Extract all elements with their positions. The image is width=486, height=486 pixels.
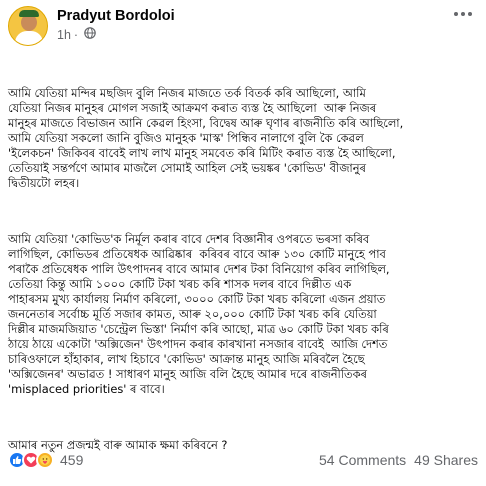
avatar-body	[15, 31, 43, 45]
post-subline: 1h ·	[57, 27, 175, 42]
post-paragraph-2: আমি যেতিয়া 'কোভিড'ক নিৰ্মূল কৰাৰ বাবে দ…	[8, 232, 390, 396]
globe-icon	[84, 27, 96, 42]
post-paragraph-1: আমি যেতিয়া মন্দিৰ মছজিদ বুলি নিজৰ মাজতে…	[8, 86, 404, 190]
comments-count[interactable]: 54 Comments	[319, 452, 406, 468]
separator: ·	[73, 27, 79, 42]
care-icon	[36, 451, 54, 469]
shares-count[interactable]: 49 Shares	[414, 452, 478, 468]
dot	[468, 12, 472, 16]
more-options-icon[interactable]	[454, 12, 472, 16]
post-header: Pradyut Bordoloi 1h ·	[8, 6, 175, 46]
author-name[interactable]: Pradyut Bordoloi	[57, 8, 175, 24]
post-meta: Pradyut Bordoloi 1h ·	[57, 8, 175, 42]
reaction-count: 459	[60, 452, 84, 468]
engagement-stats: 54 Comments 49 Shares	[319, 452, 478, 468]
post-body: আমি যেতিয়া মন্দিৰ মছজিদ বুলি নিজৰ মাজতে…	[8, 56, 480, 479]
reaction-summary[interactable]: 459	[8, 451, 83, 469]
post-time[interactable]: 1h	[57, 28, 71, 42]
dot	[461, 12, 465, 16]
avatar-hat	[19, 10, 39, 17]
post-footer: 459 54 Comments 49 Shares	[8, 450, 478, 470]
dot	[454, 12, 458, 16]
avatar[interactable]	[8, 6, 48, 46]
